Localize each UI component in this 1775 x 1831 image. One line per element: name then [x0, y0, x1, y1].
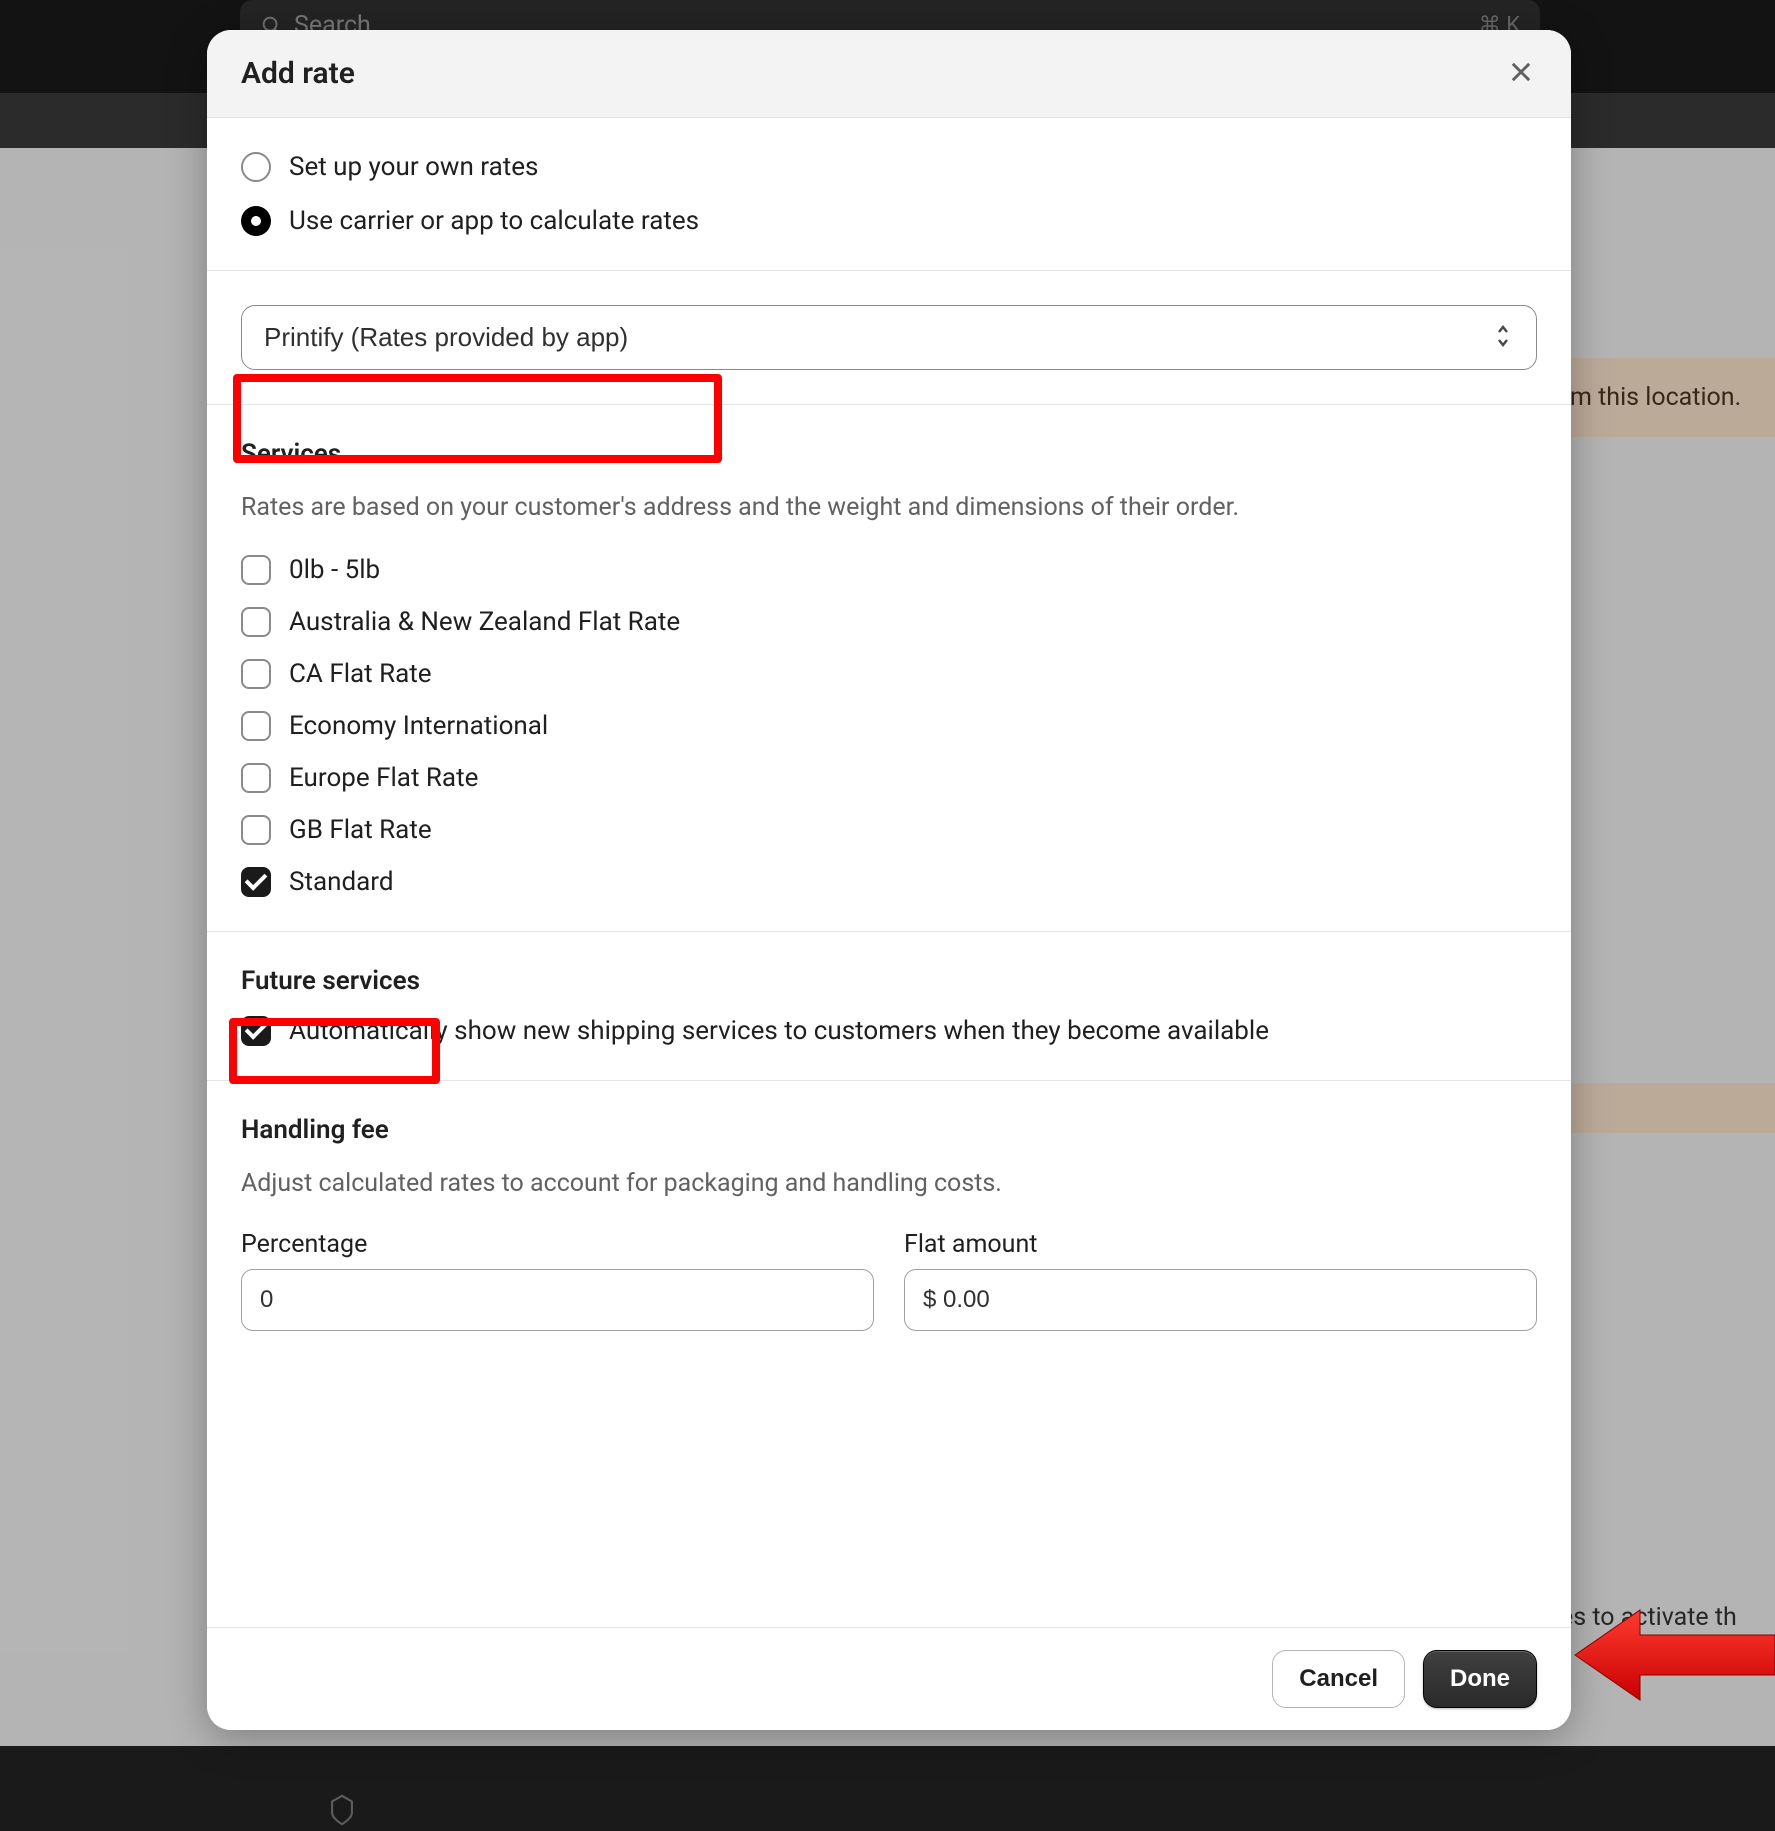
flat-amount-label: Flat amount — [904, 1230, 1537, 1259]
service-label: 0lb - 5lb — [289, 555, 380, 585]
modal-footer: Cancel Done — [207, 1627, 1571, 1730]
checkbox-icon — [241, 1016, 271, 1046]
future-services-heading: Future services — [241, 966, 1537, 996]
modal-header: Add rate — [207, 30, 1571, 118]
service-label: Standard — [289, 867, 393, 897]
carrier-app-value: Printify (Rates provided by app) — [264, 322, 628, 353]
service-label: CA Flat Rate — [289, 659, 432, 689]
service-row[interactable]: Economy International — [241, 711, 1537, 741]
checkbox-icon — [241, 659, 271, 689]
percentage-label: Percentage — [241, 1230, 874, 1259]
radio-icon — [241, 152, 271, 182]
services-description: Rates are based on your customer's addre… — [241, 489, 1537, 527]
carrier-select-section: Printify (Rates provided by app) — [207, 271, 1571, 405]
done-button[interactable]: Done — [1423, 1650, 1537, 1708]
modal-body: Set up your own rates Use carrier or app… — [207, 118, 1571, 1627]
app-icon — [325, 1793, 359, 1831]
radio-carrier-rates[interactable]: Use carrier or app to calculate rates — [241, 206, 1537, 236]
modal-title: Add rate — [241, 56, 355, 91]
radio-own-rates[interactable]: Set up your own rates — [241, 152, 1537, 182]
handling-fee-description: Adjust calculated rates to account for p… — [241, 1165, 1537, 1203]
handling-fee-section: Handling fee Adjust calculated rates to … — [207, 1081, 1571, 1366]
checkbox-icon — [241, 555, 271, 585]
handling-fee-heading: Handling fee — [241, 1115, 1537, 1145]
service-row[interactable]: CA Flat Rate — [241, 659, 1537, 689]
cancel-button[interactable]: Cancel — [1272, 1650, 1405, 1708]
add-rate-modal: Add rate Set up your own rates Use carri… — [207, 30, 1571, 1730]
radio-label: Set up your own rates — [289, 152, 538, 182]
future-services-section: Future services Automatically show new s… — [207, 932, 1571, 1081]
service-row[interactable]: 0lb - 5lb — [241, 555, 1537, 585]
carrier-app-select[interactable]: Printify (Rates provided by app) — [241, 305, 1537, 370]
services-heading: Services — [241, 439, 1537, 469]
rate-type-section: Set up your own rates Use carrier or app… — [207, 118, 1571, 271]
service-label: Economy International — [289, 711, 548, 741]
service-label: Europe Flat Rate — [289, 763, 478, 793]
service-row[interactable]: GB Flat Rate — [241, 815, 1537, 845]
services-section: Services Rates are based on your custome… — [207, 405, 1571, 932]
close-button[interactable] — [1505, 58, 1537, 90]
auto-show-label: Automatically show new shipping services… — [289, 1016, 1269, 1046]
service-row[interactable]: Europe Flat Rate — [241, 763, 1537, 793]
service-row-standard[interactable]: Standard — [241, 867, 1537, 897]
service-label: GB Flat Rate — [289, 815, 432, 845]
checkbox-icon — [241, 763, 271, 793]
service-label: Australia & New Zealand Flat Rate — [289, 607, 680, 637]
flat-amount-input[interactable] — [904, 1269, 1537, 1331]
checkbox-icon — [241, 815, 271, 845]
radio-icon — [241, 206, 271, 236]
percentage-input[interactable] — [241, 1269, 874, 1331]
checkbox-icon — [241, 607, 271, 637]
chevron-up-down-icon — [1493, 323, 1513, 353]
auto-show-services-row[interactable]: Automatically show new shipping services… — [241, 1016, 1537, 1046]
service-row[interactable]: Australia & New Zealand Flat Rate — [241, 607, 1537, 637]
checkbox-icon — [241, 867, 271, 897]
close-icon — [1507, 74, 1535, 89]
radio-label: Use carrier or app to calculate rates — [289, 206, 699, 236]
checkbox-icon — [241, 711, 271, 741]
